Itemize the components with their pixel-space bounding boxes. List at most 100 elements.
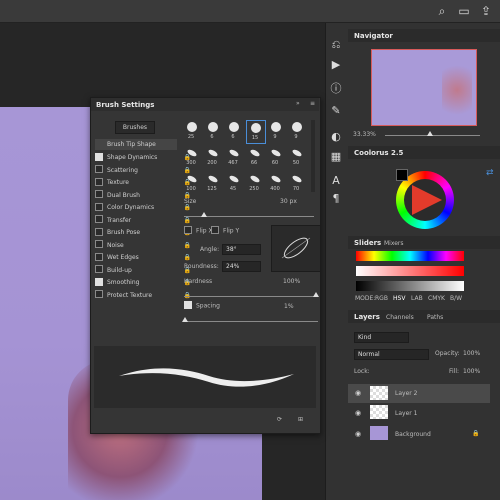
brightness-slider[interactable] bbox=[356, 281, 464, 291]
brush-tip-shape-item[interactable]: Brush Tip Shape bbox=[95, 139, 177, 150]
mode-bw[interactable]: B/W bbox=[450, 295, 462, 302]
brush-tip-1-1[interactable]: 200 bbox=[204, 146, 222, 168]
option-checkbox[interactable] bbox=[95, 240, 103, 248]
navigator-zoom-knob[interactable] bbox=[427, 131, 433, 136]
option-checkbox[interactable] bbox=[95, 290, 103, 298]
panel-menu-icon[interactable]: ≡ bbox=[310, 100, 315, 107]
option-checkbox[interactable] bbox=[95, 152, 103, 161]
brush-option-2[interactable]: Texture 🔒 bbox=[95, 177, 191, 188]
hardness-slider[interactable] bbox=[184, 296, 318, 297]
layer-name[interactable]: Layer 1 bbox=[395, 410, 417, 417]
brush-option-6[interactable]: Brush Pose🔒 bbox=[95, 227, 191, 238]
option-checkbox[interactable] bbox=[95, 227, 103, 236]
flip-y-checkbox[interactable]: Flip Y bbox=[211, 226, 239, 235]
layer-name[interactable]: Background bbox=[395, 431, 431, 438]
flip-x-checkbox[interactable]: Flip X bbox=[184, 226, 213, 235]
brush-tip-2-0[interactable]: 100 bbox=[183, 172, 201, 194]
brush-option-10[interactable]: Smoothing 🔒 bbox=[95, 277, 191, 288]
navigator-zoom[interactable]: 33.33% bbox=[353, 131, 376, 138]
visibility-eye-icon[interactable]: ◉ bbox=[355, 389, 361, 397]
option-checkbox[interactable] bbox=[95, 177, 103, 186]
create-brush-icon[interactable]: ⟳ bbox=[277, 416, 282, 423]
option-checkbox[interactable] bbox=[95, 265, 103, 273]
brush-tip-1-4[interactable]: 60 bbox=[267, 146, 285, 168]
workspace-icon[interactable]: ▭ bbox=[456, 3, 472, 19]
option-checkbox[interactable] bbox=[95, 277, 103, 286]
share-icon[interactable]: ⇪ bbox=[478, 3, 494, 19]
brush-tip-2-1[interactable]: 125 bbox=[204, 172, 222, 194]
paths-tab[interactable]: Paths bbox=[427, 314, 443, 321]
hardness-slider-knob[interactable] bbox=[313, 292, 319, 297]
brush-option-1[interactable]: Scattering 🔒 bbox=[95, 165, 191, 176]
mode-lab[interactable]: LAB bbox=[411, 295, 423, 302]
mode-rgb[interactable]: RGB bbox=[375, 295, 388, 302]
brush-angle-preview[interactable] bbox=[271, 225, 321, 272]
collapse-icon[interactable]: » bbox=[296, 100, 300, 107]
brush-tip-1-0[interactable]: 300 bbox=[183, 146, 201, 168]
option-checkbox[interactable] bbox=[95, 190, 103, 198]
brush-tip-0-1[interactable]: 6 bbox=[204, 120, 222, 142]
play-icon[interactable]: ▶ bbox=[329, 58, 343, 72]
angle-field[interactable]: 38° bbox=[222, 244, 261, 255]
lock-icon[interactable]: 🔒 bbox=[184, 252, 191, 263]
visibility-eye-icon[interactable]: ◉ bbox=[355, 430, 361, 438]
brush-tip-0-0[interactable]: 25 bbox=[183, 120, 201, 142]
info-icon[interactable]: ⓘ bbox=[329, 82, 343, 96]
foreground-swatch[interactable] bbox=[396, 169, 408, 181]
brush-option-0[interactable]: Shape Dynamics 🔒 bbox=[95, 152, 191, 163]
history-icon[interactable]: ⎌ bbox=[329, 38, 343, 52]
brush-tip-0-3[interactable]: 15 bbox=[246, 120, 266, 144]
sliders-tab[interactable]: Sliders bbox=[354, 239, 381, 247]
navigator-preview[interactable] bbox=[371, 49, 477, 126]
brush-option-3[interactable]: Dual Brush 🔒 bbox=[95, 190, 191, 201]
brush-option-8[interactable]: Wet Edges 🔒 bbox=[95, 252, 191, 263]
brush-option-4[interactable]: Color Dynamics 🔒 bbox=[95, 202, 191, 213]
mixers-tab[interactable]: Mixers bbox=[384, 240, 404, 247]
brush-option-7[interactable]: Noise 🔒 bbox=[95, 240, 191, 251]
brush-tip-1-5[interactable]: 50 bbox=[288, 146, 306, 168]
size-value[interactable]: 30 px bbox=[280, 198, 297, 205]
blend-mode-select[interactable]: Normal bbox=[354, 349, 429, 360]
opacity-value[interactable]: 100% bbox=[463, 350, 480, 357]
brush-tips-grid[interactable]: 25 6 6 15 9 9 300 200 467 66 60 50 100 125 45 250 400 7… bbox=[183, 120, 311, 192]
mode-cmyk[interactable]: CMYK bbox=[428, 295, 445, 302]
lock-icon[interactable]: 🔒 bbox=[184, 290, 191, 301]
swap-colors-icon[interactable]: ⇄ bbox=[486, 168, 494, 178]
new-brush-icon[interactable]: ⊞ bbox=[298, 416, 303, 423]
layer-name[interactable]: Layer 2 bbox=[395, 390, 417, 397]
brush-tip-2-5[interactable]: 70 bbox=[288, 172, 306, 194]
hardness-value[interactable]: 100% bbox=[283, 278, 300, 285]
option-checkbox[interactable] bbox=[95, 202, 103, 211]
brush-tip-0-2[interactable]: 6 bbox=[225, 120, 243, 142]
saturation-slider[interactable] bbox=[356, 266, 464, 276]
brush-option-5[interactable]: Transfer 🔒 bbox=[95, 215, 191, 226]
paragraph-icon[interactable]: ¶ bbox=[329, 192, 343, 206]
brush-tip-1-2[interactable]: 467 bbox=[225, 146, 243, 168]
tips-scrollbar[interactable] bbox=[311, 120, 315, 192]
brush-option-11[interactable]: Protect Texture 🔒 bbox=[95, 290, 191, 301]
spacing-slider[interactable] bbox=[184, 321, 318, 322]
brush-tip-0-4[interactable]: 9 bbox=[267, 120, 285, 142]
brush-tip-2-2[interactable]: 45 bbox=[225, 172, 243, 194]
channels-tab[interactable]: Channels bbox=[386, 314, 414, 321]
fill-value[interactable]: 100% bbox=[463, 368, 480, 375]
option-checkbox[interactable] bbox=[95, 215, 103, 223]
brush-tip-2-3[interactable]: 250 bbox=[246, 172, 264, 194]
character-icon[interactable]: A bbox=[329, 174, 343, 188]
spacing-checkbox[interactable]: Spacing bbox=[184, 301, 220, 310]
color-icon[interactable]: ◐ bbox=[329, 130, 343, 144]
visibility-eye-icon[interactable]: ◉ bbox=[355, 409, 361, 417]
spacing-slider-knob[interactable] bbox=[182, 317, 188, 322]
hue-slider[interactable] bbox=[356, 251, 464, 261]
option-checkbox[interactable] bbox=[95, 165, 103, 173]
size-slider-knob[interactable] bbox=[201, 212, 207, 217]
spacing-value[interactable]: 1% bbox=[284, 303, 294, 310]
brushes-button[interactable]: Brushes bbox=[115, 121, 155, 134]
brush-tip-2-4[interactable]: 400 bbox=[267, 172, 285, 194]
mode-hsv[interactable]: HSV bbox=[393, 295, 405, 302]
lock-icon[interactable]: 🔒 bbox=[184, 240, 191, 251]
brush-tip-1-3[interactable]: 66 bbox=[246, 146, 264, 168]
swatches-icon[interactable]: ▦ bbox=[329, 150, 343, 164]
layer-kind-filter[interactable]: Kind bbox=[354, 332, 409, 343]
layers-tab[interactable]: Layers bbox=[354, 313, 380, 321]
